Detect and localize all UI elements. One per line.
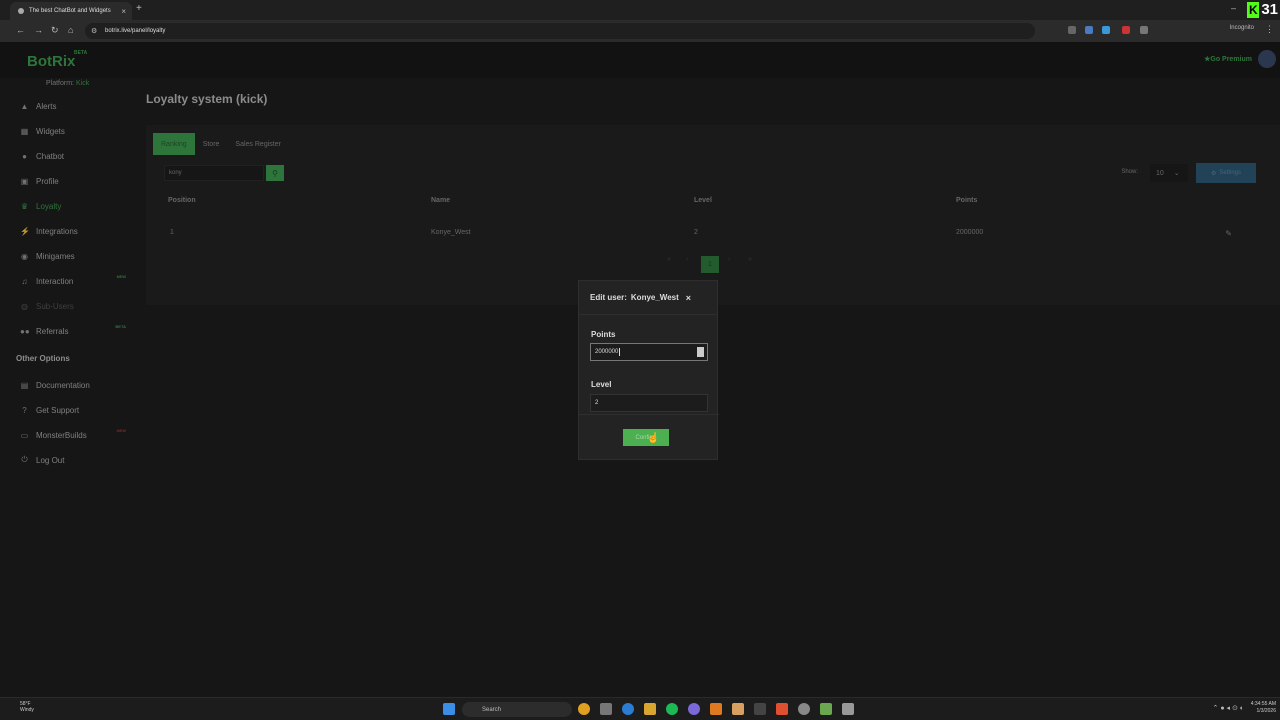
kick-logo-icon: K <box>1247 1 1260 18</box>
modal-header: Edit user: Konye_West × <box>579 281 717 315</box>
terminal-icon[interactable] <box>754 703 766 715</box>
app-icon[interactable] <box>710 703 722 715</box>
kick-counter-badge: K 31 <box>1247 1 1278 18</box>
number-spinner-icon[interactable] <box>697 347 704 357</box>
text-cursor <box>619 348 621 356</box>
chrome-icon[interactable] <box>578 703 590 715</box>
url-text: botrix.live/panel/loyalty <box>105 28 166 34</box>
incognito-indicator: Incognito <box>1229 25 1254 31</box>
level-field[interactable]: 2 <box>590 394 708 412</box>
extension-icon[interactable] <box>1102 26 1110 34</box>
edge-icon[interactable] <box>622 703 634 715</box>
browser-tab-strip: The best ChatBot and Widgets × + – K 31 <box>0 0 1280 20</box>
address-bar-row: ← → ↻ ⌂ ⚙ botrix.live/panel/loyalty Inco… <box>0 20 1280 42</box>
forward-icon[interactable]: → <box>34 25 43 35</box>
clock-time: 4:34:55 AM <box>1250 701 1276 707</box>
extension-icon[interactable] <box>1085 26 1093 34</box>
reload-icon[interactable]: ↻ <box>51 25 59 36</box>
weather-widget[interactable]: 58°F Windy <box>20 701 34 713</box>
mouse-pointer-icon: ☝ <box>647 433 660 444</box>
favicon-icon <box>18 8 24 14</box>
points-label: Points <box>591 330 616 339</box>
brave-icon[interactable] <box>776 703 788 715</box>
browser-tab[interactable]: The best ChatBot and Widgets × <box>10 2 132 20</box>
app-icon[interactable] <box>820 703 832 715</box>
app-root: BotRix BETA ★Go Premium Platform: Kick ▲… <box>0 42 1280 697</box>
modal-title: Edit user: <box>590 293 627 302</box>
kick-count: 31 <box>1261 1 1278 18</box>
windows-taskbar: 58°F Windy Search ⌃ ● ◂ ⊙ ◐ 4:34:55 AM 1… <box>0 697 1280 720</box>
new-tab-button[interactable]: + <box>136 3 142 14</box>
tab-close-icon[interactable]: × <box>121 7 126 16</box>
app-icon[interactable] <box>732 703 744 715</box>
taskbar-search-label: Search <box>482 706 502 713</box>
system-tray-icons[interactable]: ⌃ ● ◂ ⊙ ◐ <box>1213 704 1244 712</box>
spotify-icon[interactable] <box>666 703 678 715</box>
task-view-icon[interactable] <box>600 703 612 715</box>
edit-user-modal: Edit user: Konye_West × Points 2000000 L… <box>578 280 719 460</box>
points-value: 2000000 <box>595 349 619 355</box>
file-explorer-icon[interactable] <box>644 703 656 715</box>
clock-date: 1/3/2026 <box>1256 708 1276 714</box>
clock[interactable]: 4:34:55 AM 1/3/2026 <box>1251 701 1276 715</box>
confirm-button[interactable]: Confirm <box>623 429 669 446</box>
extension-icon[interactable] <box>1068 26 1076 34</box>
minimize-button[interactable]: – <box>1231 3 1236 13</box>
weather-desc: Windy <box>20 707 34 713</box>
extensions-puzzle-icon[interactable] <box>1140 26 1148 34</box>
level-label: Level <box>591 380 612 389</box>
app-icon[interactable] <box>688 703 700 715</box>
close-icon[interactable]: × <box>686 293 691 303</box>
modal-title-user: Konye_West <box>630 293 679 302</box>
home-icon[interactable]: ⌂ <box>68 25 73 35</box>
browser-tab-title: The best ChatBot and Widgets <box>29 8 111 14</box>
points-field[interactable]: 2000000 <box>590 343 708 361</box>
chrome-icon[interactable] <box>798 703 810 715</box>
app-icon[interactable] <box>842 703 854 715</box>
level-value: 2 <box>595 400 599 406</box>
modal-footer: Confirm ☝ <box>579 414 719 459</box>
browser-menu-icon[interactable]: ⋮ <box>1265 24 1274 35</box>
windows-start-icon[interactable] <box>443 703 455 715</box>
taskbar-search[interactable]: Search <box>462 702 572 717</box>
url-field[interactable]: ⚙ botrix.live/panel/loyalty <box>85 23 1035 39</box>
back-icon[interactable]: ← <box>16 25 25 35</box>
extension-icon[interactable] <box>1122 26 1130 34</box>
site-info-icon[interactable]: ⚙ <box>91 27 97 35</box>
